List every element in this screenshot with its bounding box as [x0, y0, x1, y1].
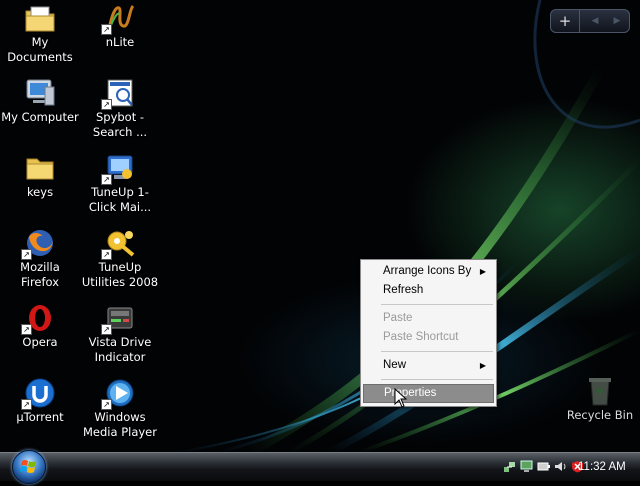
drive-indicator-icon: ↗	[101, 302, 137, 335]
desktop-icon-nlite[interactable]: ↗ nLite	[80, 2, 160, 50]
tuneup-utilities-icon: ↗	[101, 227, 137, 260]
menu-separator	[381, 304, 493, 305]
menu-item-label: New	[383, 359, 407, 371]
desktop-icon-tuneup-1click[interactable]: ↗ TuneUp 1-Click Mai...	[80, 152, 160, 215]
icon-label: Vista Drive Indicator	[88, 335, 152, 364]
desktop-icon-recycle-bin[interactable]: Recycle Bin	[565, 375, 635, 423]
submenu-arrow-icon: ▶	[479, 267, 486, 276]
icon-label: TuneUp 1-Click Mai...	[88, 185, 152, 214]
menu-separator	[381, 379, 493, 380]
icon-label: nLite	[105, 35, 135, 49]
desktop-icon-utorrent[interactable]: ↗ µTorrent	[0, 377, 80, 425]
menu-item-arrange-icons-by[interactable]: Arrange Icons By ▶	[363, 262, 492, 281]
speaker-icon[interactable]	[554, 460, 567, 473]
nlite-icon: ↗	[101, 2, 137, 35]
icon-label: Recycle Bin	[566, 408, 634, 422]
menu-separator	[381, 351, 493, 352]
taskbar-clock[interactable]: 11:32 AM	[578, 453, 626, 481]
desktop-icon-mozilla-firefox[interactable]: ↗ Mozilla Firefox	[0, 227, 80, 290]
menu-item-label: Paste	[383, 312, 413, 324]
icon-label: My Computer	[1, 110, 79, 124]
menu-item-paste-shortcut[interactable]: Paste Shortcut	[363, 328, 492, 347]
icon-label: keys	[26, 185, 54, 199]
desktop-context-menu: Arrange Icons By ▶ Refresh Paste Paste S…	[360, 259, 497, 407]
desktop-icon-keys[interactable]: keys	[0, 152, 80, 200]
folder-documents-icon	[23, 2, 57, 34]
desktop-icon-spybot[interactable]: ↗ Spybot - Search ...	[80, 77, 160, 140]
sidebar-gadget-controls: + ◀ ▶	[550, 9, 630, 33]
desktop[interactable]: My Documents My Computer keys ↗ Mozilla …	[0, 0, 640, 452]
utorrent-icon: ↗	[21, 377, 57, 410]
mouse-pointer-icon	[394, 388, 408, 408]
icon-label: Spybot - Search ...	[92, 110, 148, 139]
icon-label: Opera	[22, 335, 58, 349]
folder-icon	[23, 152, 57, 184]
menu-item-new[interactable]: New ▶	[363, 356, 492, 375]
submenu-arrow-icon: ▶	[479, 361, 486, 370]
spybot-icon: ↗	[101, 77, 137, 110]
media-player-icon: ↗	[101, 377, 137, 410]
computer-icon	[23, 77, 57, 109]
battery-icon[interactable]	[537, 460, 550, 473]
opera-icon: ↗	[21, 302, 57, 335]
icon-label: Windows Media Player	[83, 410, 157, 439]
menu-item-paste[interactable]: Paste	[363, 309, 492, 328]
menu-item-properties[interactable]: Properties	[363, 384, 494, 403]
desktop-icon-vista-drive-indicator[interactable]: ↗ Vista Drive Indicator	[80, 302, 160, 365]
icon-label: µTorrent	[16, 410, 64, 424]
firefox-icon: ↗	[21, 227, 57, 260]
desktop-icon-my-documents[interactable]: My Documents	[0, 2, 80, 65]
icon-label: Mozilla Firefox	[20, 260, 60, 289]
tuneup-1click-icon: ↗	[101, 152, 137, 185]
network-icon[interactable]	[503, 460, 516, 473]
shortcut-arrow-icon: ↗	[21, 399, 32, 410]
shortcut-arrow-icon: ↗	[101, 24, 112, 35]
previous-gadget-button[interactable]: ◀	[583, 10, 607, 32]
windows-logo-icon	[20, 460, 36, 473]
start-button[interactable]	[12, 450, 46, 484]
desktop-icon-windows-media-player[interactable]: ↗ Windows Media Player	[80, 377, 160, 440]
shortcut-arrow-icon: ↗	[21, 324, 32, 335]
menu-item-refresh[interactable]: Refresh	[363, 281, 492, 300]
shortcut-arrow-icon: ↗	[101, 324, 112, 335]
taskbar: 11:32 AM	[0, 450, 640, 484]
recycle-bin-icon	[583, 375, 617, 407]
menu-item-label: Refresh	[383, 284, 424, 296]
icon-label: My Documents	[7, 35, 73, 64]
shortcut-arrow-icon: ↗	[101, 399, 112, 410]
desktop-icon-opera[interactable]: ↗ Opera	[0, 302, 80, 350]
shortcut-arrow-icon: ↗	[101, 174, 112, 185]
desktop-icon-tuneup-utilities[interactable]: ↗ TuneUp Utilities 2008	[80, 227, 160, 290]
menu-item-label: Paste Shortcut	[383, 331, 459, 343]
shortcut-arrow-icon: ↗	[21, 249, 32, 260]
add-gadget-button[interactable]: +	[551, 10, 580, 32]
shortcut-arrow-icon: ↗	[101, 249, 112, 260]
menu-item-label: Arrange Icons By	[383, 265, 472, 277]
shortcut-arrow-icon: ↗	[101, 99, 112, 110]
next-gadget-button[interactable]: ▶	[605, 10, 629, 32]
monitor-icon[interactable]	[520, 460, 533, 473]
desktop-icon-my-computer[interactable]: My Computer	[0, 77, 80, 125]
icon-label: TuneUp Utilities 2008	[81, 260, 159, 289]
menu-item-label: Properties	[384, 387, 437, 399]
